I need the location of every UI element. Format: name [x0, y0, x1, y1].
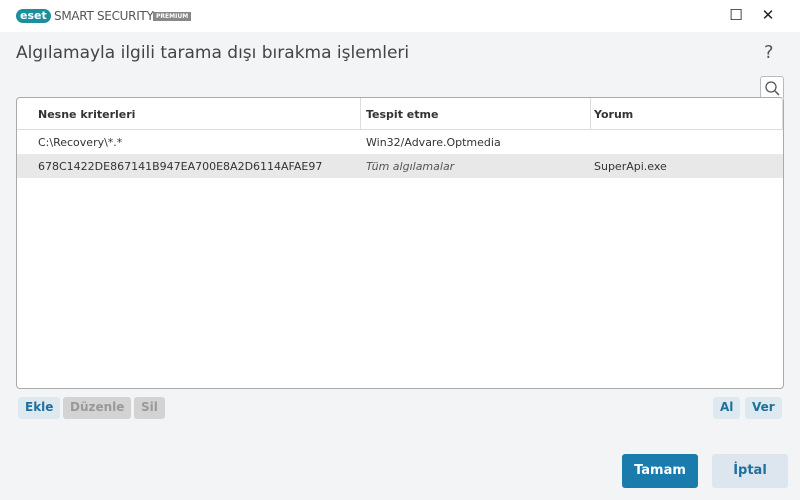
cell: SuperApi.exe — [594, 159, 667, 173]
table-row[interactable]: C:\Recovery\*.* Win32/Advare.Optmedia — [17, 130, 783, 154]
product-name: SMART SECURITY — [54, 9, 154, 23]
exclusions-table: Nesne kriterleri Tespit etme Yorum C:\Re… — [16, 97, 784, 389]
export-button[interactable]: Ver — [745, 397, 782, 419]
search-icon — [765, 81, 780, 96]
import-button[interactable]: Al — [713, 397, 741, 419]
cell: C:\Recovery\*.* — [38, 135, 123, 149]
title-bar: eset SMART SECURITY PREMIUM ☐ ✕ — [0, 0, 800, 32]
cell: Win32/Advare.Optmedia — [366, 135, 501, 149]
column-header[interactable]: Nesne kriterleri — [17, 98, 361, 129]
cell: Tüm algılamalar — [366, 159, 455, 173]
cancel-button[interactable]: İptal — [712, 454, 788, 488]
column-header[interactable]: Tespit etme — [361, 98, 591, 129]
maximize-button[interactable]: ☐ — [726, 6, 746, 24]
add-button[interactable]: Ekle — [18, 397, 61, 419]
ok-button[interactable]: Tamam — [622, 454, 698, 488]
eset-logo: eset — [16, 9, 51, 23]
page-title: Algılamayla ilgili tarama dışı bırakma i… — [16, 43, 410, 63]
close-button[interactable]: ✕ — [758, 6, 778, 24]
edit-button[interactable]: Düzenle — [63, 397, 132, 419]
table-row[interactable]: 678C1422DE867141B947EA700E8A2D6114AFAE97… — [17, 154, 783, 178]
help-button[interactable]: ? — [764, 42, 774, 63]
delete-button[interactable]: Sil — [134, 397, 165, 419]
cell: 678C1422DE867141B947EA700E8A2D6114AFAE97 — [38, 159, 323, 173]
edition-badge: PREMIUM — [153, 12, 192, 21]
column-header[interactable]: Yorum — [591, 98, 783, 129]
